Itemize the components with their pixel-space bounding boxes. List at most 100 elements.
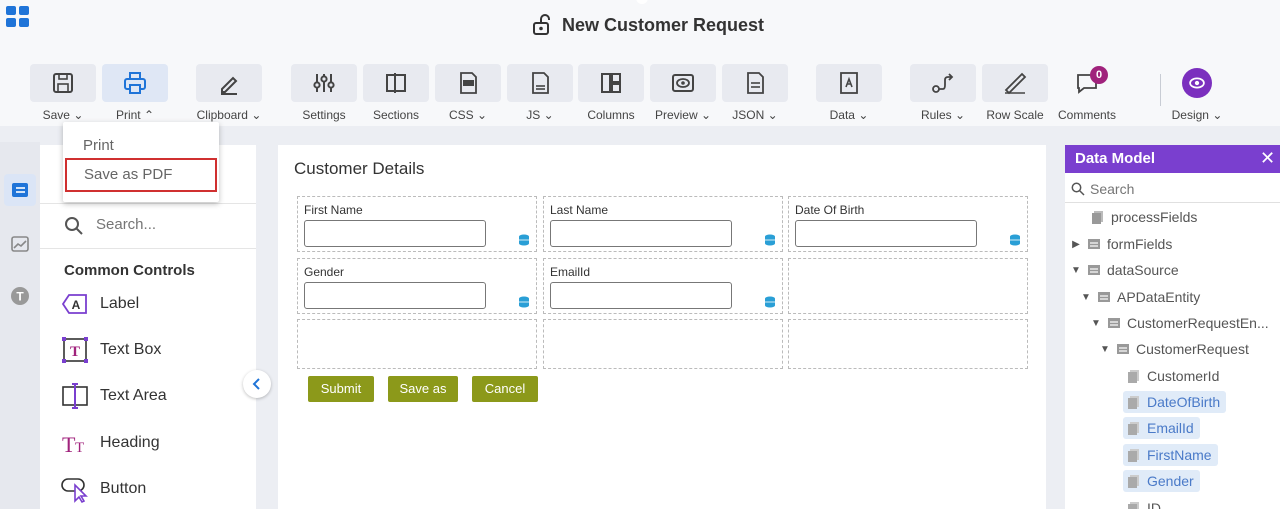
- svg-text:T: T: [75, 440, 84, 456]
- caret-down-icon[interactable]: ▼: [1091, 318, 1101, 329]
- database-icon[interactable]: [1009, 234, 1021, 246]
- data-button[interactable]: Data ⌄: [816, 64, 882, 124]
- css-button[interactable]: CSS ⌄: [435, 64, 501, 124]
- controls-search-input[interactable]: [96, 216, 236, 233]
- form-cell-date-of-birth[interactable]: Date Of Birth: [788, 196, 1028, 252]
- collapse-panel-button[interactable]: [243, 370, 271, 398]
- gender-input[interactable]: [304, 282, 486, 309]
- database-icon[interactable]: [518, 296, 530, 308]
- tree-item-gender[interactable]: Gender: [1123, 470, 1200, 492]
- row-scale-button[interactable]: Row Scale: [982, 64, 1048, 124]
- text-box-icon: T: [62, 337, 88, 363]
- caret-right-icon[interactable]: ▶: [1071, 239, 1081, 250]
- search-icon: [1071, 182, 1085, 196]
- tree-item-customer-id[interactable]: CustomerId: [1127, 365, 1219, 387]
- table-icon: [1088, 239, 1100, 249]
- field-label: Last Name: [550, 203, 609, 217]
- tree-item-first-name[interactable]: FirstName: [1123, 444, 1218, 466]
- settings-button[interactable]: Settings: [291, 64, 357, 124]
- form-cell-last-name[interactable]: Last Name: [543, 196, 783, 252]
- tree-item-customer-request-entity[interactable]: ▼ CustomerRequestEn...: [1091, 312, 1269, 334]
- close-icon[interactable]: ✕: [1260, 149, 1275, 167]
- apps-grid-icon[interactable]: [6, 6, 30, 27]
- control-heading[interactable]: TT Heading: [60, 426, 160, 460]
- json-button[interactable]: JSON ⌄: [722, 64, 788, 124]
- button-cursor-icon: [61, 478, 88, 504]
- control-heading-text: Heading: [100, 434, 160, 451]
- caret-down-icon[interactable]: ▼: [1081, 292, 1091, 303]
- rail-controls-button[interactable]: [4, 174, 36, 206]
- tree-item-label: EmailId: [1147, 420, 1194, 436]
- comments-label: Comments: [1057, 108, 1116, 122]
- preview-button[interactable]: Preview ⌄: [650, 64, 716, 124]
- data-model-title: Data Model: [1075, 150, 1156, 167]
- chevron-left-icon: [252, 378, 260, 390]
- rules-button[interactable]: Rules ⌄: [910, 64, 976, 124]
- caret-down-icon[interactable]: ▼: [1100, 344, 1110, 355]
- left-rail: T: [0, 142, 40, 509]
- email-id-input[interactable]: [550, 282, 732, 309]
- caret-down-icon[interactable]: ▼: [1071, 265, 1081, 276]
- field-icon: [1128, 396, 1139, 409]
- page-title: New Customer Request: [562, 14, 765, 35]
- header-bar: New Customer Request: [0, 0, 1280, 56]
- search-icon: [65, 217, 83, 235]
- print-label: Print: [115, 108, 141, 122]
- submit-button[interactable]: Submit: [308, 376, 374, 402]
- ruler-icon: [1004, 72, 1027, 95]
- form-cell-gender[interactable]: Gender: [297, 258, 537, 314]
- first-name-input[interactable]: [304, 220, 486, 247]
- database-icon[interactable]: [764, 234, 776, 246]
- menu-item-print[interactable]: Print: [83, 137, 114, 154]
- sections-button[interactable]: Sections: [363, 64, 429, 124]
- field-icon: [1092, 211, 1103, 224]
- rail-theme-button[interactable]: T: [4, 280, 36, 312]
- database-icon[interactable]: [518, 234, 530, 246]
- columns-label: Columns: [587, 108, 635, 122]
- tree-item-ap-data-entity[interactable]: ▼ APDataEntity: [1081, 286, 1200, 308]
- tree-item-data-source[interactable]: ▼ dataSource: [1071, 259, 1179, 281]
- form-cell-empty[interactable]: [543, 319, 783, 369]
- sections-icon: [386, 73, 406, 93]
- control-label-text: Label: [100, 295, 140, 312]
- save-button[interactable]: Save ⌄: [30, 64, 96, 124]
- tree-item-form-fields[interactable]: ▶ formFields: [1071, 233, 1172, 255]
- form-cell-empty[interactable]: [788, 258, 1028, 314]
- print-button[interactable]: Print ⌃: [102, 64, 168, 124]
- form-cell-empty[interactable]: [788, 319, 1028, 369]
- tree-item-customer-request[interactable]: ▼ CustomerRequest: [1100, 338, 1249, 360]
- design-button[interactable]: Design ⌄: [1164, 64, 1230, 124]
- save-as-pdf-button[interactable]: Save as PDF: [388, 376, 458, 422]
- control-label[interactable]: A Label: [60, 287, 139, 321]
- tree-item-label: formFields: [1107, 236, 1173, 252]
- toolbar-divider: [1160, 74, 1161, 106]
- sliders-icon: [313, 74, 335, 92]
- chevron-down-icon: ⌄: [1208, 108, 1223, 122]
- clipboard-button[interactable]: Clipboard ⌄: [196, 64, 262, 124]
- tree-item-label: DateOfBirth: [1147, 394, 1221, 410]
- control-button[interactable]: Button: [60, 472, 146, 506]
- chevron-down-icon: ⌄: [69, 108, 84, 122]
- form-cell-email-id[interactable]: EmailId: [543, 258, 783, 314]
- control-text-area[interactable]: Text Area: [60, 379, 167, 413]
- form-canvas: Customer Details First Name Last Name Da…: [278, 145, 1046, 509]
- database-icon[interactable]: [764, 296, 776, 308]
- tree-item-id[interactable]: ID: [1127, 497, 1161, 509]
- tree-item-process-fields[interactable]: processFields: [1075, 206, 1197, 228]
- tree-item-date-of-birth[interactable]: DateOfBirth: [1123, 391, 1227, 413]
- cancel-button[interactable]: Cancel: [472, 376, 538, 402]
- header-notch: [636, 0, 648, 4]
- form-cell-empty[interactable]: [297, 319, 537, 369]
- last-name-input[interactable]: [550, 220, 732, 247]
- columns-button[interactable]: Columns: [578, 64, 644, 124]
- tree-item-email-id[interactable]: EmailId: [1123, 417, 1200, 439]
- rail-chart-button[interactable]: [4, 228, 36, 260]
- date-of-birth-input[interactable]: [795, 220, 977, 247]
- js-button[interactable]: JS ⌄: [507, 64, 573, 124]
- unlock-icon[interactable]: [532, 14, 554, 36]
- menu-item-save-as-pdf[interactable]: Save as PDF: [65, 158, 217, 192]
- comments-button[interactable]: Comments: [1054, 64, 1120, 124]
- data-model-search-input[interactable]: [1090, 181, 1260, 197]
- form-cell-first-name[interactable]: First Name: [297, 196, 537, 252]
- control-text-box[interactable]: T Text Box: [60, 333, 161, 367]
